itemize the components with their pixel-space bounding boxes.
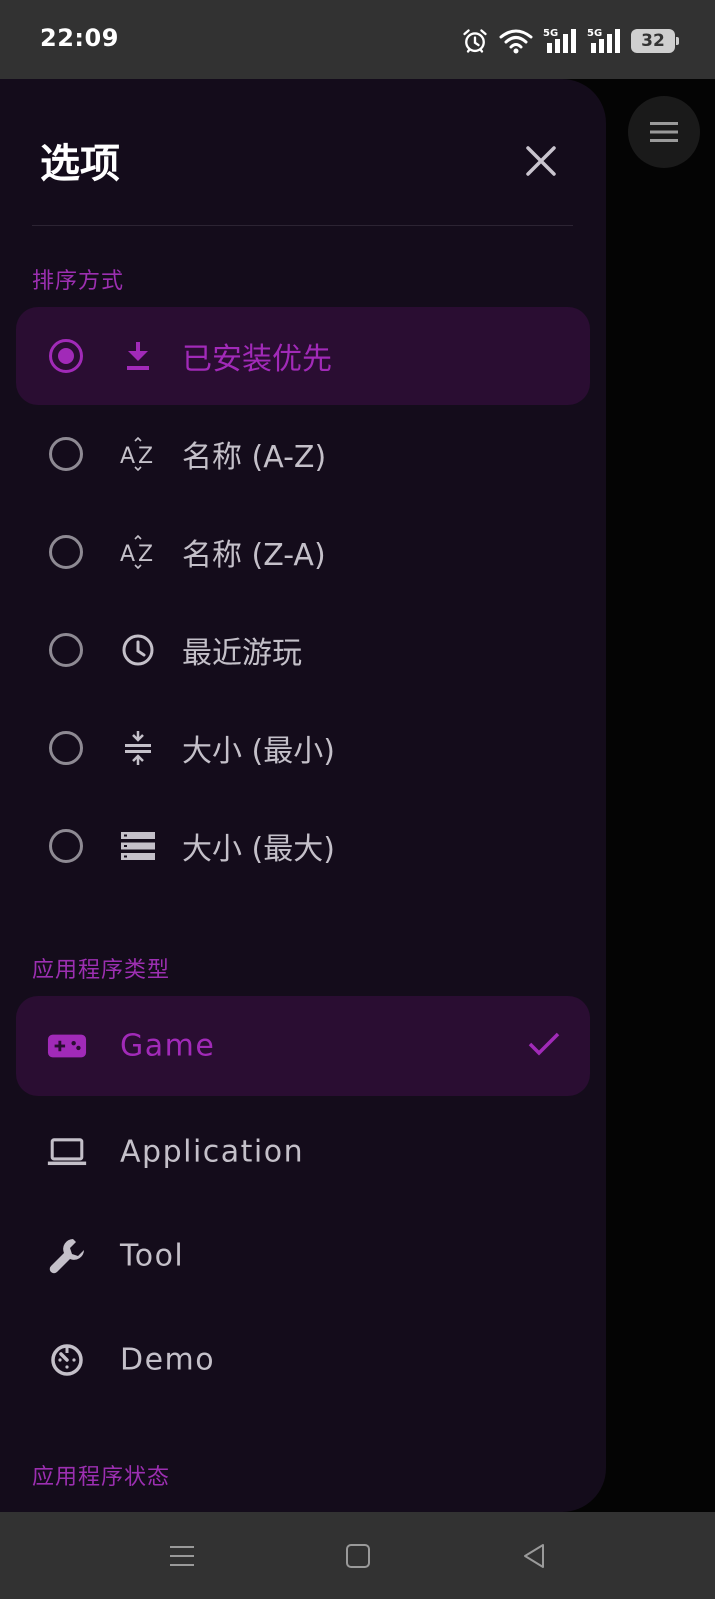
close-icon (526, 146, 556, 176)
menu-icon (170, 1546, 194, 1566)
signal-icon-1: 5G (543, 27, 577, 55)
sort-section-label: 排序方式 (32, 269, 125, 294)
alarm-icon (461, 27, 489, 55)
check-icon (528, 1031, 560, 1061)
radio-button[interactable] (49, 339, 83, 373)
sort-option-label: 名称 (Z-A) (182, 538, 326, 573)
sort-option-name-za[interactable]: AZ 名称 (Z-A) (16, 503, 590, 601)
wrench-icon (47, 1236, 87, 1276)
svg-text:5G: 5G (543, 28, 558, 39)
svg-text:Z: Z (138, 542, 153, 567)
radio-button[interactable] (49, 633, 83, 667)
radio-button[interactable] (49, 731, 83, 765)
radio-button[interactable] (49, 829, 83, 863)
sort-option-installed-first[interactable]: 已安装优先 (16, 307, 590, 405)
laptop-icon (47, 1132, 87, 1172)
sort-option-recently-played[interactable]: 最近游玩 (16, 601, 590, 699)
drawer-header: 选项 (0, 79, 606, 225)
timer-icon (47, 1340, 87, 1380)
type-option-label: Tool (120, 1238, 185, 1274)
sort-option-size-largest[interactable]: 大小 (最大) (16, 797, 590, 895)
sort-option-label: 大小 (最小) (182, 734, 335, 769)
storage-icon (118, 826, 158, 866)
home-button[interactable] (342, 1540, 374, 1572)
sort-option-size-smallest[interactable]: 大小 (最小) (16, 699, 590, 797)
svg-text:A: A (120, 542, 135, 567)
wifi-icon (499, 27, 533, 55)
sort-option-label: 名称 (A-Z) (182, 440, 327, 475)
menu-button[interactable] (628, 96, 700, 168)
divider (32, 225, 573, 226)
battery-level: 32 (641, 31, 665, 51)
svg-text:Z: Z (138, 444, 153, 469)
type-option-label: Application (120, 1134, 305, 1170)
back-button[interactable] (518, 1540, 550, 1572)
navigation-bar (0, 1512, 715, 1599)
screen: 22:09 5G 5G 32 选项 排序方式 已安装优先 A Z 名称 (A-Z… (0, 0, 715, 1599)
back-icon (524, 1544, 544, 1568)
gamepad-icon (47, 1026, 87, 1066)
sort-option-label: 最近游玩 (182, 636, 302, 671)
type-option-tool[interactable]: Tool (16, 1204, 590, 1308)
signal-icon-2: 5G (587, 27, 621, 55)
svg-text:A: A (120, 444, 135, 469)
drawer-title: 选项 (40, 141, 120, 187)
type-option-application[interactable]: Application (16, 1100, 590, 1204)
options-drawer: 选项 排序方式 已安装优先 AZ 名称 (A-Z) A Z 名称 (Z-A) 最… (0, 79, 606, 1512)
recent-apps-button[interactable] (166, 1540, 198, 1572)
download-icon (118, 336, 158, 376)
radio-button[interactable] (49, 437, 83, 471)
clock-icon (118, 630, 158, 670)
status-time: 22:09 (40, 24, 119, 52)
type-option-game[interactable]: Game (16, 996, 590, 1096)
battery-icon: 32 (631, 29, 679, 53)
hamburger-icon (650, 122, 678, 142)
compress-icon (118, 728, 158, 768)
type-option-demo[interactable]: Demo (16, 1308, 590, 1412)
svg-text:5G: 5G (587, 28, 602, 39)
status-bar: 22:09 5G 5G 32 (0, 0, 715, 79)
type-option-label: Game (120, 1028, 216, 1064)
status-section-label: 应用程序状态 (32, 1465, 171, 1490)
sort-option-name-az[interactable]: AZ 名称 (A-Z) (16, 405, 590, 503)
home-icon (346, 1544, 370, 1568)
sort-az-icon: AZ (118, 434, 158, 474)
status-icons: 5G 5G 32 (461, 25, 679, 57)
sort-option-label: 已安装优先 (182, 342, 332, 377)
sort-option-label: 大小 (最大) (182, 832, 335, 867)
type-section-label: 应用程序类型 (32, 958, 171, 983)
type-option-label: Demo (120, 1342, 216, 1378)
sort-za-icon: AZ (118, 532, 158, 572)
radio-button[interactable] (49, 535, 83, 569)
close-button[interactable] (515, 135, 567, 187)
